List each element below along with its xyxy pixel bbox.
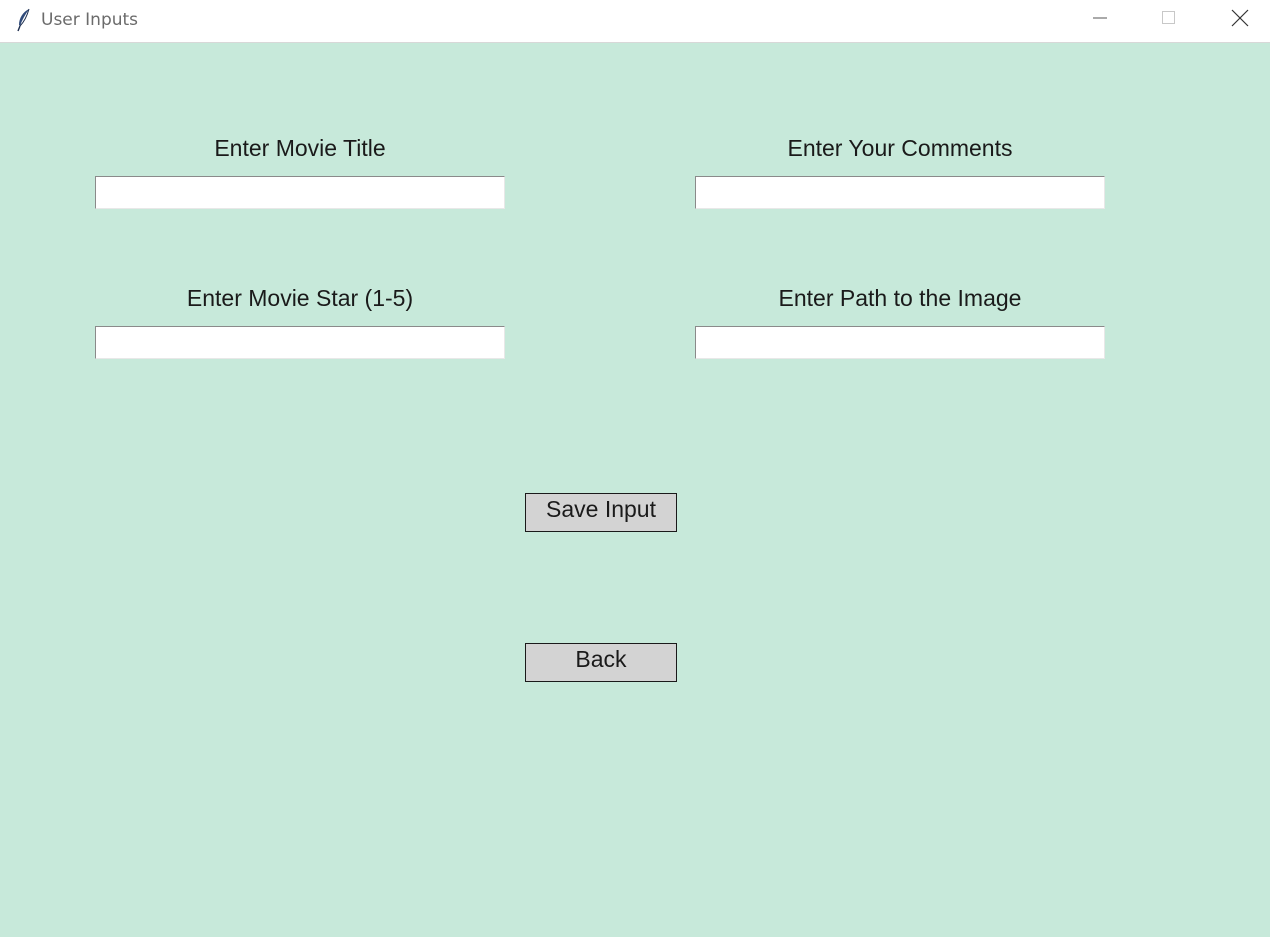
close-button[interactable] xyxy=(1205,0,1270,40)
feather-icon xyxy=(16,8,32,32)
movie-star-label: Enter Movie Star (1-5) xyxy=(186,285,414,311)
movie-star-input[interactable] xyxy=(95,326,505,359)
minimize-icon xyxy=(1092,10,1108,31)
save-input-button[interactable]: Save Input xyxy=(525,493,677,532)
comments-label: Enter Your Comments xyxy=(787,135,1013,161)
comments-input[interactable] xyxy=(695,176,1105,209)
movie-title-input[interactable] xyxy=(95,176,505,209)
movie-title-label: Enter Movie Title xyxy=(214,135,386,161)
window-title: User Inputs xyxy=(41,10,139,30)
close-icon xyxy=(1231,9,1249,32)
maximize-icon xyxy=(1161,10,1177,31)
back-button[interactable]: Back xyxy=(525,643,677,682)
image-path-input[interactable] xyxy=(695,326,1105,359)
maximize-button[interactable] xyxy=(1134,0,1204,40)
image-path-label: Enter Path to the Image xyxy=(778,285,1022,311)
app-window: User Inputs Enter Movie Title Enter Your… xyxy=(0,0,1270,937)
minimize-button[interactable] xyxy=(1065,0,1135,40)
title-bar[interactable]: User Inputs xyxy=(0,0,1270,43)
